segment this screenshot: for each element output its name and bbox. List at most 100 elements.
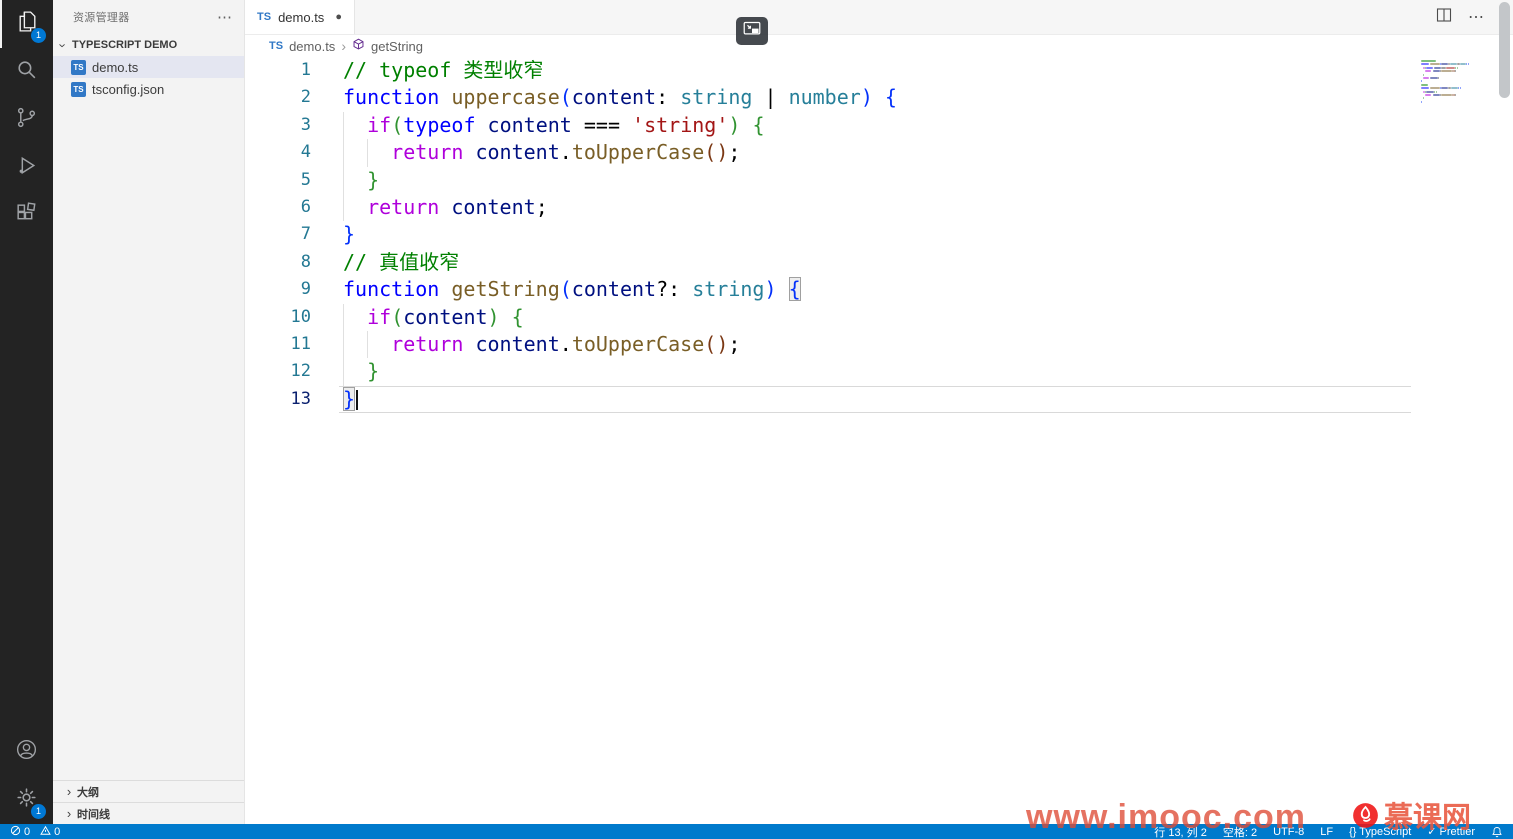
typescript-file-icon: TS [71,59,86,75]
line-number: 3 [300,114,311,135]
status-indentation[interactable]: 空格: 2 [1223,824,1257,839]
source-control-branch-icon [14,105,39,135]
code-line-8[interactable]: 8 // 真值收窄 [245,249,1513,276]
code-line-10[interactable]: 10 if(content) { [245,303,1513,331]
sidebar-item-run-debug[interactable] [0,144,53,192]
code-line-5[interactable]: 5 } [245,166,1513,194]
code-text: function uppercase(content: string | num… [343,85,897,110]
code-text: if(content) { [367,304,524,329]
sidebar-bottom-sections: › 大纲 › 时间线 [53,780,244,824]
account-icon [14,737,39,767]
sidebar-item-explorer[interactable]: 1 [0,0,53,48]
line-number: 6 [300,196,311,217]
file-item-tsconfig.json[interactable]: TS tsconfig.json [53,78,244,100]
status-language[interactable]: {} TypeScript [1349,826,1411,838]
line-number: 4 [300,142,311,163]
warning-icon [40,825,51,839]
outline-section[interactable]: › 大纲 [53,780,244,802]
code-line-13[interactable]: 13} [245,385,1513,414]
tab-bar: TS demo.ts ● ⋯ [245,0,1513,35]
line-number: 10 [290,306,311,327]
sidebar-item-source-control[interactable] [0,96,53,144]
typescript-file-icon: TS [269,40,284,52]
problems-warnings[interactable]: 0 [40,825,60,839]
activity-bar: 1 1 [0,0,53,824]
sidebar-item-extensions[interactable] [0,192,53,240]
status-formatter[interactable]: ✓ Prettier [1427,825,1475,838]
editor-scrollbar-thumb[interactable] [1499,2,1510,98]
typescript-file-icon: TS [257,11,272,23]
code-text: if(typeof content === 'string') { [367,112,765,137]
line-number: 1 [300,60,311,80]
file-item-demo.ts[interactable]: TS demo.ts [53,56,244,78]
sidebar-title: 资源管理器 [73,12,130,24]
screen-share-icon [742,20,762,43]
code-line-2[interactable]: 2 function uppercase(content: string | nu… [245,84,1513,111]
run-debug-icon [14,153,39,183]
settings-badge: 1 [31,804,46,819]
explorer-sidebar: 资源管理器 ⋯ › TYPESCRIPT DEMO TS demo.ts TS tsc… [53,0,245,824]
activity-bar-spacer [0,240,53,728]
code-line-4[interactable]: 4 return content.toUpperCase(); [245,139,1513,167]
extensions-icon [14,201,39,231]
code-text: } [367,167,380,192]
editor-group: TS demo.ts ● ⋯ TS demo.ts › getString 1 … [245,0,1513,824]
chevron-down-icon: › [55,42,71,48]
code-text: } [311,386,359,413]
code-text: return content.toUpperCase(); [391,331,741,356]
breadcrumb-file[interactable]: demo.ts [289,39,335,54]
typescript-file-icon: TS [71,81,86,97]
line-number: 7 [300,224,311,245]
symbol-function-icon [352,38,365,54]
code-line-9[interactable]: 9 function getString(content?: string) { [245,276,1513,303]
code-line-11[interactable]: 11 return content.toUpperCase(); [245,330,1513,359]
chevron-right-icon: › [66,806,72,821]
problems-errors[interactable]: 0 [10,825,30,839]
code-text: // typeof 类型收窄 [343,58,544,82]
folder-section-header[interactable]: › TYPESCRIPT DEMO [53,34,244,56]
line-number: 9 [300,279,311,300]
search-icon [14,57,39,87]
breadcrumb[interactable]: TS demo.ts › getString [245,35,1513,57]
line-number: 2 [300,87,311,108]
breadcrumb-symbol[interactable]: getString [371,39,423,54]
split-editor-icon[interactable] [1436,7,1452,28]
tab-title: demo.ts [278,9,325,25]
code-line-6[interactable]: 6 return content; [245,193,1513,222]
status-bar: 0 0 行 13, 列 2 空格: 2 UTF-8 LF {} TypeScript ✓ … [0,824,1513,839]
current-line-highlight [339,385,1411,414]
editor-more-actions-icon[interactable]: ⋯ [1468,7,1485,27]
line-number: 8 [300,251,311,272]
status-encoding[interactable]: UTF-8 [1273,826,1304,838]
code-line-12[interactable]: 12 } [245,358,1513,386]
sidebar-more-actions-icon[interactable]: ⋯ [217,8,232,26]
modified-dot-icon[interactable]: ● [335,11,342,23]
status-cursor-position[interactable]: 行 13, 列 2 [1154,824,1207,839]
timeline-section[interactable]: › 时间线 [53,802,244,824]
chevron-right-icon: › [66,784,72,799]
status-eol[interactable]: LF [1320,826,1333,838]
minimap[interactable] [1421,60,1495,104]
file-list: TS demo.ts TS tsconfig.json [53,56,244,100]
sidebar-item-search[interactable] [0,48,53,96]
code-text: function getString(content?: string) { [343,277,801,302]
line-number: 11 [290,333,311,354]
breadcrumb-separator: › [341,38,346,54]
tab-demo-ts[interactable]: TS demo.ts ● [245,0,355,34]
file-label: demo.ts [92,59,139,75]
code-text: return content.toUpperCase(); [391,140,741,165]
notifications-bell-icon[interactable] [1491,826,1503,838]
code-line-7[interactable]: 7} [245,221,1513,248]
explorer-badge: 1 [31,28,46,43]
outline-label: 大纲 [77,786,99,799]
code-editor[interactable]: 1 // typeof 类型收窄 2 function uppercase(conte… [245,57,1513,824]
text-cursor [356,390,359,411]
timeline-label: 时间线 [77,808,110,821]
pip-overlay-button[interactable] [736,17,768,45]
line-number: 13 [290,388,311,409]
code-line-1[interactable]: 1 // typeof 类型收窄 [245,57,1513,84]
account-button[interactable] [0,728,53,776]
settings-button[interactable]: 1 [0,776,53,824]
code-line-3[interactable]: 3 if(typeof content === 'string') { [245,111,1513,140]
line-number: 12 [290,361,311,382]
